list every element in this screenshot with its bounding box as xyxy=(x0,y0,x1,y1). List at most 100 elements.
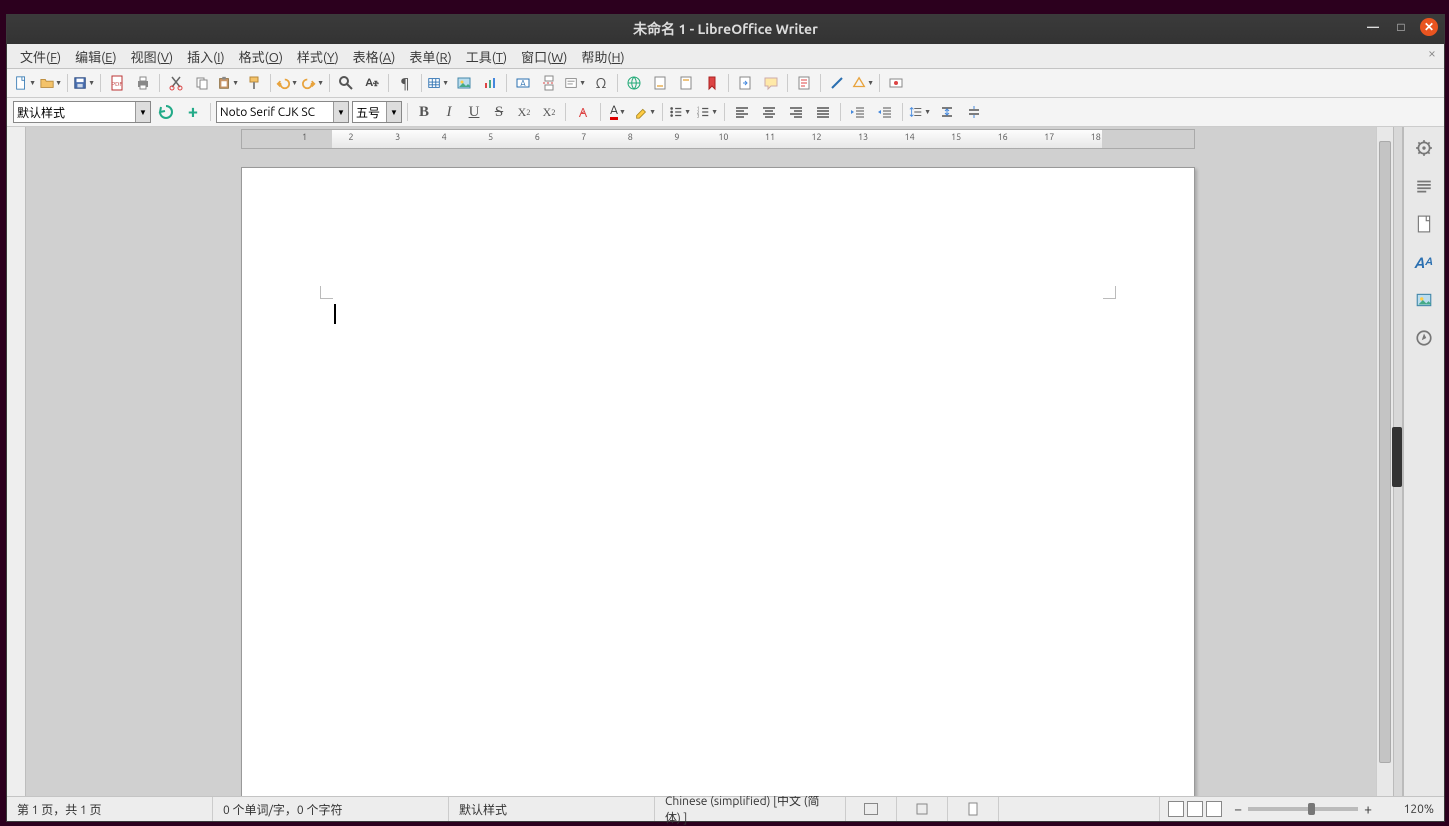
book-view-icon[interactable] xyxy=(1206,801,1222,817)
export-pdf-button[interactable]: PDF xyxy=(105,71,129,95)
print-button[interactable] xyxy=(131,71,155,95)
status-page-style[interactable]: 默认样式 xyxy=(449,797,655,821)
vertical-ruler[interactable] xyxy=(7,127,26,796)
status-signature[interactable] xyxy=(948,797,999,821)
multi-page-view-icon[interactable] xyxy=(1187,801,1203,817)
spellcheck-button[interactable]: Aꮠ xyxy=(360,71,384,95)
menu-v[interactable]: 视图(V) xyxy=(124,45,180,68)
bold-button[interactable]: B xyxy=(413,101,435,123)
formatting-marks-button[interactable]: ¶ xyxy=(393,71,417,95)
show-draw-functions-button[interactable] xyxy=(884,71,908,95)
copy-button[interactable] xyxy=(190,71,214,95)
menu-y[interactable]: 样式(Y) xyxy=(290,45,346,68)
new-document-button[interactable]: ▼ xyxy=(13,71,37,95)
status-insert-mode[interactable] xyxy=(846,797,897,821)
zoom-out-button[interactable]: − xyxy=(1234,801,1242,817)
subscript-button[interactable]: X2 xyxy=(538,101,560,123)
insert-hyperlink-button[interactable] xyxy=(622,71,646,95)
track-changes-button[interactable] xyxy=(792,71,816,95)
bullet-list-button[interactable]: ▼ xyxy=(668,100,692,124)
menu-e[interactable]: 编辑(E) xyxy=(68,45,124,68)
undo-button[interactable]: ▼ xyxy=(275,71,299,95)
insert-field-button[interactable]: ▼ xyxy=(563,71,587,95)
menu-r[interactable]: 表单(R) xyxy=(402,45,458,68)
view-layout-buttons[interactable] xyxy=(1160,797,1230,821)
paragraph-style-combo[interactable]: 默认样式▼ xyxy=(13,101,151,123)
sidebar-handle[interactable] xyxy=(1393,127,1403,796)
status-language[interactable]: Chinese (simplified) [中文 (简体) ] xyxy=(655,797,846,821)
vertical-scrollbar[interactable] xyxy=(1376,127,1393,796)
save-button[interactable]: ▼ xyxy=(72,71,96,95)
sidebar-character-icon[interactable]: AA xyxy=(1409,247,1439,277)
paste-button[interactable]: ▼ xyxy=(216,71,240,95)
menu-h[interactable]: 帮助(H) xyxy=(574,45,631,68)
cut-button[interactable] xyxy=(164,71,188,95)
single-page-view-icon[interactable] xyxy=(1168,801,1184,817)
basic-shapes-button[interactable]: ▼ xyxy=(851,71,875,95)
strikethrough-button[interactable]: S xyxy=(488,101,510,123)
new-style-button[interactable]: + xyxy=(181,100,205,124)
minimize-button[interactable]: — xyxy=(1364,18,1382,36)
italic-button[interactable]: I xyxy=(438,101,460,123)
underline-button[interactable]: U xyxy=(463,101,485,123)
menu-f[interactable]: 文件(F) xyxy=(13,45,68,68)
zoom-percent[interactable]: 120% xyxy=(1376,797,1444,821)
redo-button[interactable]: ▼ xyxy=(301,71,325,95)
clone-formatting-button[interactable] xyxy=(242,71,266,95)
align-center-button[interactable] xyxy=(757,100,781,124)
status-word-count[interactable]: 0 个单词/字，0 个字符 xyxy=(213,797,449,821)
insert-footnote-button[interactable] xyxy=(648,71,672,95)
insert-special-char-button[interactable]: Ω xyxy=(589,71,613,95)
insert-endnote-button[interactable] xyxy=(674,71,698,95)
decrease-indent-button[interactable] xyxy=(873,100,897,124)
title-bar: 未命名 1 - LibreOffice Writer — □ ✕ xyxy=(7,14,1444,44)
menu-i[interactable]: 插入(I) xyxy=(180,45,232,68)
sidebar-styles-icon[interactable] xyxy=(1409,171,1439,201)
menu-t[interactable]: 工具(T) xyxy=(459,45,514,68)
insert-table-button[interactable]: ▼ xyxy=(426,71,450,95)
align-justify-button[interactable] xyxy=(811,100,835,124)
sidebar-gallery-icon[interactable] xyxy=(1409,285,1439,315)
menu-o[interactable]: 格式(O) xyxy=(232,45,290,68)
horizontal-ruler[interactable]: 123456789101112131415161718 xyxy=(241,129,1195,149)
insert-image-button[interactable] xyxy=(452,71,476,95)
close-button[interactable]: ✕ xyxy=(1420,18,1438,36)
open-button[interactable]: ▼ xyxy=(39,71,63,95)
highlight-color-button[interactable]: ▼ xyxy=(633,100,657,124)
align-right-button[interactable] xyxy=(784,100,808,124)
document-page[interactable] xyxy=(241,167,1195,796)
align-left-button[interactable] xyxy=(730,100,754,124)
superscript-button[interactable]: X2 xyxy=(513,101,535,123)
insert-comment-button[interactable] xyxy=(759,71,783,95)
document-viewport[interactable]: 123456789101112131415161718 xyxy=(26,127,1376,796)
font-name-combo[interactable]: Noto Serif CJK SC▼ xyxy=(216,101,349,123)
sidebar-navigator-icon[interactable] xyxy=(1409,323,1439,353)
increase-para-spacing-button[interactable] xyxy=(935,100,959,124)
font-size-combo[interactable]: 五号▼ xyxy=(352,101,402,123)
clear-formatting-button[interactable]: A̷ xyxy=(571,100,595,124)
menu-a[interactable]: 表格(A) xyxy=(346,45,403,68)
insert-cross-reference-button[interactable] xyxy=(733,71,757,95)
formatting-toolbar: 默认样式▼ + Noto Serif CJK SC▼ 五号▼ B I U S X… xyxy=(7,98,1444,127)
numbered-list-button[interactable]: 123▼ xyxy=(695,100,719,124)
insert-line-button[interactable] xyxy=(825,71,849,95)
increase-indent-button[interactable] xyxy=(846,100,870,124)
document-close-icon[interactable]: × xyxy=(1424,46,1440,62)
insert-page-break-button[interactable] xyxy=(537,71,561,95)
maximize-button[interactable]: □ xyxy=(1392,18,1410,36)
insert-chart-button[interactable] xyxy=(478,71,502,95)
sidebar-page-icon[interactable] xyxy=(1409,209,1439,239)
insert-bookmark-button[interactable] xyxy=(700,71,724,95)
font-color-button[interactable]: A▼ xyxy=(606,100,630,124)
sidebar-properties-icon[interactable] xyxy=(1409,133,1439,163)
find-replace-button[interactable] xyxy=(334,71,358,95)
line-spacing-button[interactable]: ▼ xyxy=(908,100,932,124)
zoom-slider[interactable] xyxy=(1248,807,1358,811)
zoom-in-button[interactable]: + xyxy=(1364,801,1372,817)
insert-textbox-button[interactable]: A xyxy=(511,71,535,95)
status-page[interactable]: 第 1 页，共 1 页 xyxy=(7,797,213,821)
menu-w[interactable]: 窗口(W) xyxy=(514,45,574,68)
decrease-para-spacing-button[interactable] xyxy=(962,100,986,124)
update-style-button[interactable] xyxy=(154,100,178,124)
status-selection-mode[interactable] xyxy=(897,797,948,821)
